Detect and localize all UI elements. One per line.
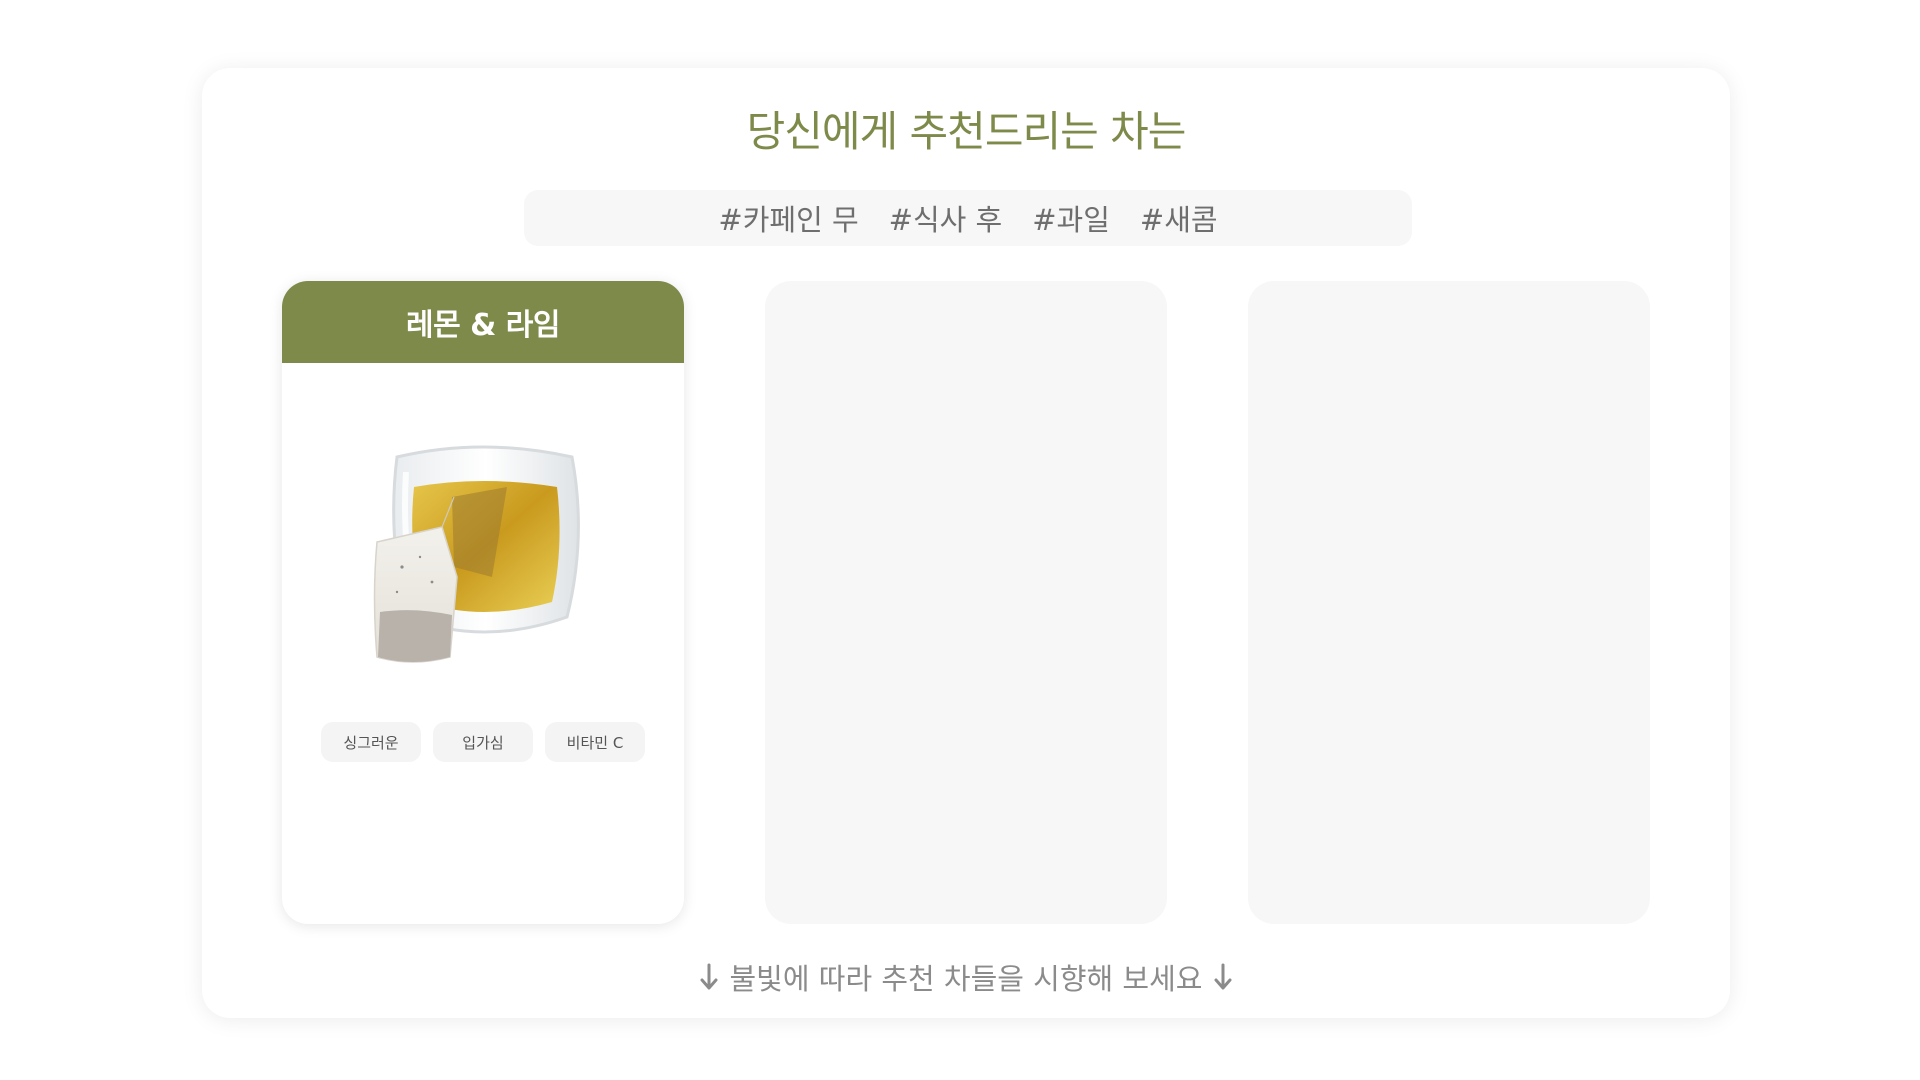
- tea-card-lemon-lime[interactable]: 레몬 & 라임 싱그러운 입가심 비타민 C: [282, 281, 684, 924]
- hashtag-item: #카페인 무: [718, 203, 859, 237]
- feature-chip: 싱그러운: [321, 722, 421, 762]
- footer-text: 불빛에 따라 추천 차들을 시향해 보세요: [729, 962, 1203, 996]
- tea-card-placeholder: [765, 281, 1167, 924]
- hashtag-item: #식사 후: [888, 203, 1003, 237]
- page-title: 당신에게 추천드리는 차는: [746, 107, 1187, 156]
- arrow-down-icon: [700, 963, 717, 990]
- tea-cup-icon: [373, 445, 580, 663]
- tea-card-title: 레몬 & 라임: [406, 308, 560, 343]
- footer-instruction: 불빛에 따라 추천 차들을 시향해 보세요: [202, 956, 1730, 998]
- recommendation-panel: 당신에게 추천드리는 차는 #카페인 무 #식사 후 #과일 #새콤 레몬 & …: [202, 68, 1730, 1018]
- tea-card-placeholder: [1248, 281, 1650, 924]
- arrow-down-icon: [1214, 963, 1232, 990]
- hashtag-item: #과일: [1032, 203, 1110, 237]
- feature-chip: 입가심: [433, 722, 533, 762]
- tea-card-header: 레몬 & 라임: [282, 281, 684, 363]
- hashtag-bar: #카페인 무 #식사 후 #과일 #새콤: [524, 190, 1412, 246]
- feature-chip: 비타민 C: [545, 722, 645, 762]
- hashtag-item: #새콤: [1139, 203, 1218, 237]
- tea-feature-chips: 싱그러운 입가심 비타민 C: [282, 722, 684, 762]
